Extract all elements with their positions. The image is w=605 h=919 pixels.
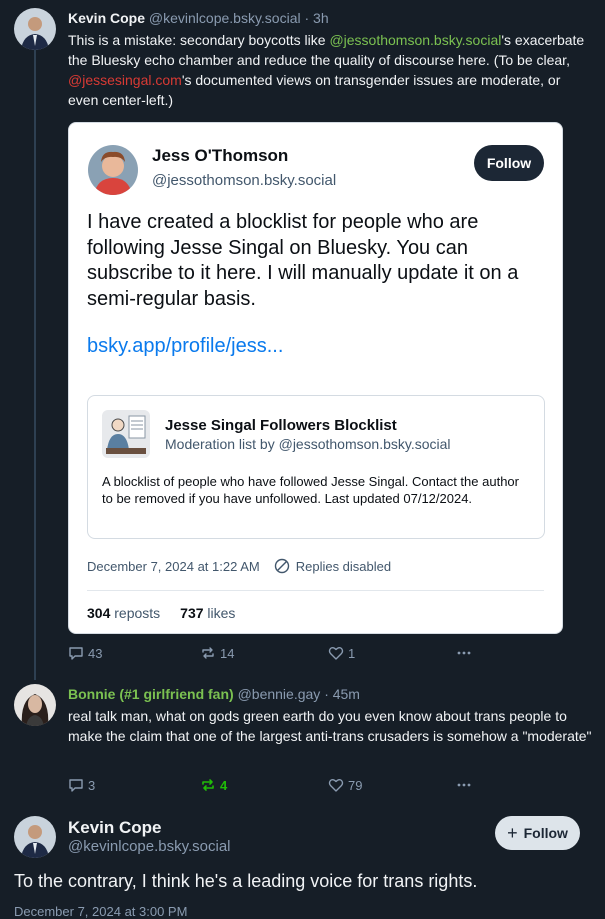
post-meta: Kevin Cope @kevinlcope.bsky.social · 3h [68, 8, 593, 28]
embedded-post-date-row: December 7, 2024 at 1:22 AM Replies disa… [87, 558, 391, 574]
post-text: real talk man, what on gods green earth … [68, 708, 592, 744]
main-author-handle[interactable]: @kevinlcope.bsky.social [68, 838, 231, 855]
reposts-count: 304 [87, 605, 111, 621]
mention-link[interactable]: @jessesingal.com [68, 72, 182, 88]
plus-icon: + [507, 823, 518, 843]
replies-disabled-icon [274, 558, 289, 574]
reply-button[interactable]: 3 [68, 777, 200, 793]
post-text: This is a mistake: secondary boycotts li… [68, 30, 593, 110]
repost-count: 4 [220, 777, 228, 793]
likes-count: 737 [180, 605, 204, 621]
list-subtitle: Moderation list by @jessothomson.bsky.so… [165, 436, 451, 452]
heart-icon [328, 647, 344, 660]
embedded-post-card[interactable]: Jess O'Thomson @jessothomson.bsky.social… [68, 122, 563, 634]
embedded-post-text: I have created a blocklist for people wh… [87, 211, 519, 310]
repost-count: 14 [220, 645, 235, 661]
embedded-author-handle[interactable]: @jessothomson.bsky.social [152, 172, 336, 189]
list-description: A blocklist of people who have followed … [102, 474, 519, 506]
post-text-part: This is a mistake: secondary boycotts li… [68, 32, 330, 48]
embedded-author-name[interactable]: Jess O'Thomson [152, 146, 288, 166]
more-icon [457, 651, 471, 655]
post-bonnie[interactable]: Bonnie (#1 girlfriend fan) @bennie.gay ·… [68, 684, 593, 746]
likes-stat[interactable]: 737 likes [180, 605, 235, 621]
repost-button[interactable]: 4 [200, 777, 328, 793]
author-handle[interactable]: @bennie.gay [238, 686, 321, 702]
post-actions: 43 14 1 [68, 645, 472, 661]
like-button[interactable]: 1 [328, 645, 456, 661]
more-options-button[interactable] [456, 777, 472, 793]
embedded-post-date[interactable]: December 7, 2024 at 1:22 AM [87, 559, 260, 574]
list-title: Jesse Singal Followers Blocklist [165, 417, 397, 434]
replies-status: Replies disabled [295, 558, 392, 574]
reposts-label: reposts [114, 605, 161, 621]
author-name[interactable]: Bonnie (#1 girlfriend fan) [68, 686, 234, 702]
reply-icon [69, 647, 83, 660]
avatar[interactable] [14, 8, 56, 50]
list-embed[interactable]: Jesse Singal Followers Blocklist Moderat… [87, 395, 545, 539]
follow-button[interactable]: Follow [474, 145, 544, 181]
author-name[interactable]: Kevin Cope [68, 10, 145, 26]
avatar[interactable] [14, 816, 56, 858]
post-actions: 3 4 79 [68, 777, 472, 793]
main-post-text: To the contrary, I think he's a leading … [14, 871, 478, 891]
reply-count: 43 [88, 645, 103, 661]
author-handle[interactable]: @kevinlcope.bsky.social [149, 10, 301, 26]
like-count: 79 [348, 777, 363, 793]
like-button[interactable]: 79 [328, 777, 456, 793]
post-time[interactable]: · 45m [324, 686, 360, 702]
repost-icon [202, 779, 214, 791]
likes-label: likes [207, 605, 236, 621]
embedded-post-stats: 304 reposts 737 likes [87, 605, 235, 621]
more-options-button[interactable] [456, 645, 472, 661]
thread-line [34, 50, 36, 680]
more-icon [457, 783, 471, 787]
mention-link[interactable]: @jessothomson.bsky.social [329, 32, 501, 48]
follow-button[interactable]: + Follow [495, 816, 580, 850]
avatar[interactable] [14, 684, 56, 726]
main-author-name[interactable]: Kevin Cope [68, 818, 162, 838]
reply-count: 3 [88, 777, 96, 793]
post-time[interactable]: · 3h [304, 10, 328, 26]
post-meta: Bonnie (#1 girlfriend fan) @bennie.gay ·… [68, 684, 593, 704]
main-post-date[interactable]: December 7, 2024 at 3:00 PM [14, 904, 187, 919]
follow-label: Follow [523, 825, 568, 841]
like-count: 1 [348, 645, 356, 661]
heart-icon [328, 779, 344, 792]
repost-icon [202, 647, 214, 659]
post-kevin-cope[interactable]: Kevin Cope @kevinlcope.bsky.social · 3h … [68, 8, 593, 110]
reply-icon [69, 779, 83, 792]
avatar[interactable] [88, 145, 138, 195]
reply-button[interactable]: 43 [68, 645, 200, 661]
embedded-link[interactable]: bsky.app/profile/jess... [87, 335, 283, 358]
list-image [102, 410, 150, 458]
reposts-stat[interactable]: 304 reposts [87, 605, 160, 621]
repost-button[interactable]: 14 [200, 645, 328, 661]
divider [87, 590, 544, 591]
